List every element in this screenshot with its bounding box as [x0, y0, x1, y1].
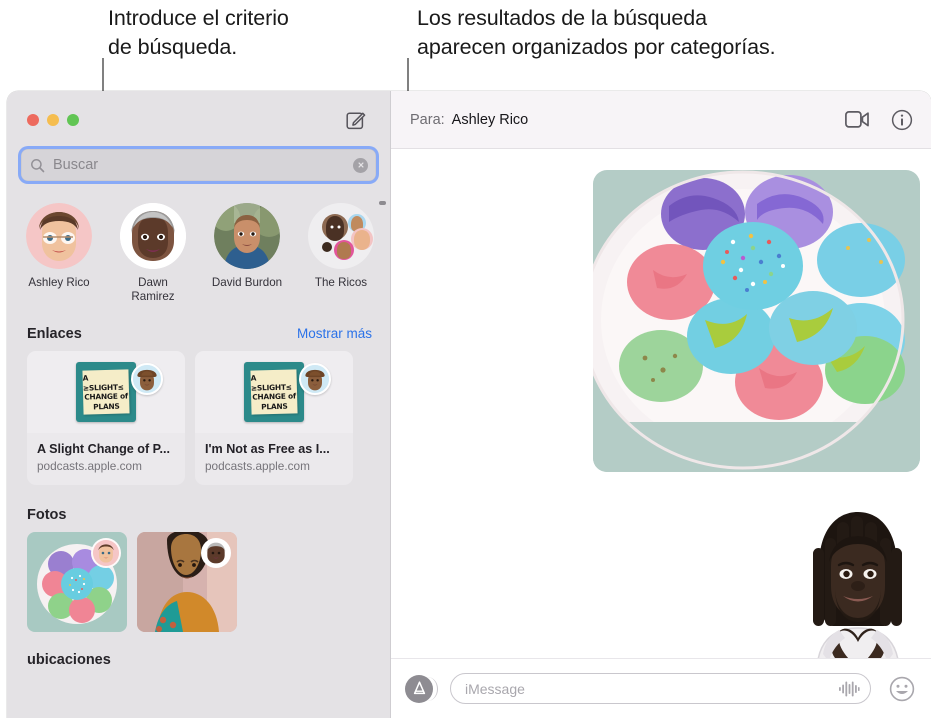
callout-results-instruction: Los resultados de la búsqueda aparecen o…: [417, 6, 776, 59]
sidebar-results-scroll-area[interactable]: Ashley Rico Dawn Ramirez David Burdon Th…: [7, 189, 390, 718]
messages-window: Ashley Rico: [7, 91, 931, 718]
sidebar-titlebar: [7, 91, 390, 149]
memoji-ashley-icon: [93, 540, 119, 566]
message-input-field[interactable]: [450, 673, 871, 704]
locations-section-title: ubicaciones: [27, 652, 111, 668]
links-show-more-button[interactable]: Mostrar más: [297, 326, 372, 341]
clear-icon: [357, 162, 364, 168]
memoji-hat-icon: [301, 365, 329, 393]
apps-button[interactable]: [405, 674, 438, 703]
photo-result-macarons[interactable]: [27, 532, 127, 632]
link-metadata: A Slight Change of P... podcasts.apple.c…: [27, 433, 185, 485]
link-host: podcasts.apple.com: [205, 459, 310, 473]
links-section-header: Enlaces Mostrar más: [7, 326, 390, 342]
links-section-title: Enlaces: [27, 326, 82, 342]
podcast-artwork-note: A ≥SLIGHT≤ CHANGE of PLANS: [250, 369, 298, 415]
memoji-dawn-icon: [120, 203, 186, 269]
avatar: [308, 203, 374, 269]
link-result-card[interactable]: A ≥SLIGHT≤ CHANGE of PLANS: [27, 351, 185, 485]
window-controls: [27, 114, 79, 126]
contact-result-ashley-rico[interactable]: Ashley Rico: [23, 203, 95, 304]
photo-result-portrait[interactable]: [137, 532, 237, 632]
conversation-header-actions: [845, 109, 913, 131]
link-thumbnail: A ≥SLIGHT≤ CHANGE of PLANS: [27, 351, 185, 433]
clear-search-button[interactable]: [353, 157, 368, 173]
contact-name: Dawn Ramirez: [131, 276, 175, 303]
contact-result-the-ricos[interactable]: The Ricos: [305, 203, 377, 304]
message-composer: [391, 658, 931, 718]
emoji-smiley-icon: [889, 676, 915, 701]
group-ricos-icon: [322, 214, 373, 260]
sender-avatar: [91, 538, 121, 568]
search-field[interactable]: [21, 149, 376, 181]
app-store-icon: [413, 681, 425, 695]
memoji-heart-hands-sticker: [813, 512, 902, 658]
podcast-artwork: A ≥SLIGHT≤ CHANGE of PLANS: [244, 362, 304, 422]
conversation-pane: Para: Ashley Rico iMessage: [391, 91, 931, 718]
link-result-card[interactable]: A ≥SLIGHT≤ CHANGE of PLANS: [195, 351, 353, 485]
podcast-artwork: A ≥SLIGHT≤ CHANGE of PLANS: [76, 362, 136, 422]
compose-icon: [346, 112, 366, 130]
memoji-ashley-icon: [26, 203, 92, 269]
contact-name: David Burdon: [211, 276, 283, 289]
sender-avatar: [131, 363, 163, 395]
memoji-hat-icon: [133, 365, 161, 393]
message-bubble-image[interactable]: [593, 170, 920, 472]
link-host: podcasts.apple.com: [37, 459, 142, 473]
memoji-dawn-icon: [203, 540, 229, 566]
photos-section-title: Fotos: [27, 507, 67, 523]
link-title: I'm Not as Free as I...: [205, 442, 330, 456]
contacts-results-row: Ashley Rico Dawn Ramirez David Burdon Th…: [7, 189, 390, 304]
minimize-button[interactable]: [47, 114, 59, 126]
audio-waveform-icon: [839, 681, 860, 696]
contact-name: The Ricos: [314, 276, 368, 289]
compose-message-button[interactable]: [342, 106, 370, 134]
sender-avatar: [201, 538, 231, 568]
link-thumbnail: A ≥SLIGHT≤ CHANGE of PLANS: [195, 351, 353, 433]
message-sticker[interactable]: [799, 504, 917, 658]
links-results-row: A ≥SLIGHT≤ CHANGE of PLANS A Slight Chan…: [7, 351, 390, 485]
contact-result-dawn-ramirez[interactable]: Dawn Ramirez: [117, 203, 189, 304]
photo-david-icon: [214, 203, 280, 269]
facetime-button[interactable]: [845, 111, 869, 128]
contact-result-david-burdon[interactable]: David Burdon: [211, 203, 283, 304]
details-button[interactable]: [891, 109, 913, 131]
audio-message-button[interactable]: [838, 680, 860, 698]
macarons-photo: [593, 170, 920, 472]
contact-name: Ashley Rico: [28, 276, 90, 289]
sender-avatar: [299, 363, 331, 395]
avatar: [120, 203, 186, 269]
avatar: [26, 203, 92, 269]
recipient-name[interactable]: Ashley Rico: [452, 112, 529, 128]
avatar: [214, 203, 280, 269]
link-title: A Slight Change of P...: [37, 442, 170, 456]
locations-section-header: ubicaciones: [7, 652, 390, 668]
sidebar-scrollbar[interactable]: [379, 201, 386, 205]
emoji-picker-button[interactable]: [889, 676, 915, 702]
video-camera-icon: [845, 111, 869, 128]
search-icon: [31, 158, 45, 172]
search-row: [7, 149, 390, 181]
photos-section-header: Fotos: [7, 507, 390, 523]
info-icon: [891, 109, 913, 130]
recipient-label: Para:: [410, 111, 445, 128]
search-input[interactable]: [45, 157, 353, 173]
photos-results-row: [7, 532, 390, 632]
link-metadata: I'm Not as Free as I... podcasts.apple.c…: [195, 433, 353, 485]
conversation-header: Para: Ashley Rico: [391, 91, 931, 149]
message-input[interactable]: [465, 680, 838, 697]
callout-search-instruction: Introduce el criterio de búsqueda.: [108, 6, 289, 59]
message-list[interactable]: Entregado: [391, 149, 931, 658]
podcast-artwork-note: A ≥SLIGHT≤ CHANGE of PLANS: [82, 369, 130, 415]
zoom-button[interactable]: [67, 114, 79, 126]
sidebar: Ashley Rico: [7, 91, 391, 718]
close-button[interactable]: [27, 114, 39, 126]
